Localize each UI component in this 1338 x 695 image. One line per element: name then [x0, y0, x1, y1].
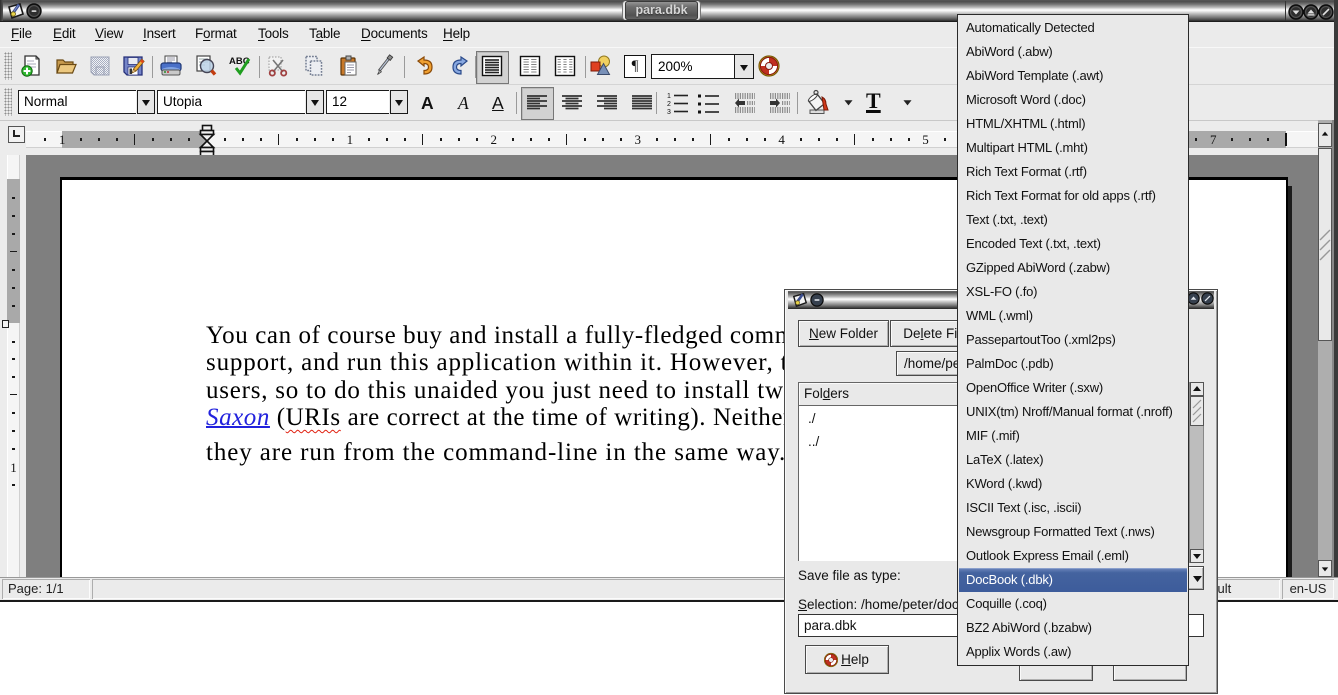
svg-text:1: 1: [667, 93, 671, 100]
svg-text:3: 3: [667, 109, 671, 115]
svg-text:2: 2: [667, 101, 671, 108]
